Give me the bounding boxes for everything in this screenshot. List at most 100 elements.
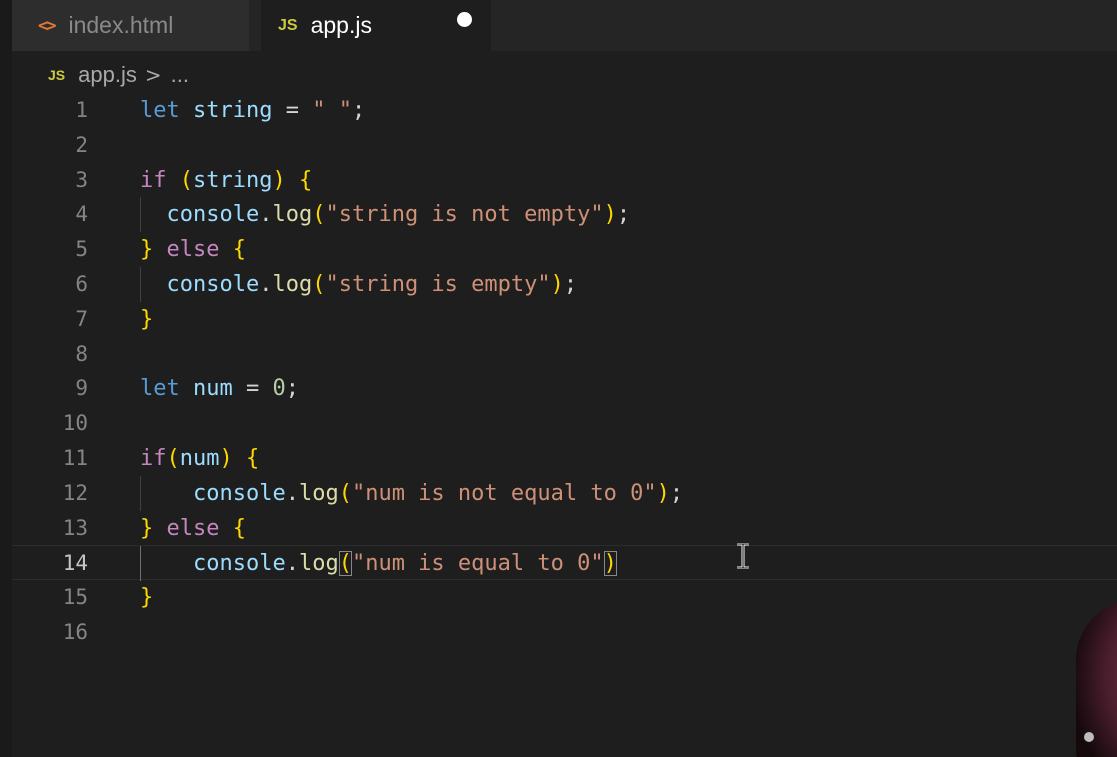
code-token: ): [272, 168, 286, 193]
code-token: log: [298, 481, 339, 506]
code-line[interactable]: 9 let num = 0;: [12, 371, 1117, 406]
line-number: 9: [75, 376, 88, 400]
tab-label: app.js: [310, 12, 372, 38]
code-token: ): [219, 446, 233, 471]
unsaved-changes-dot-icon[interactable]: [457, 12, 472, 27]
tab-index-html[interactable]: <> index.html: [12, 0, 249, 51]
code-token: =: [246, 376, 260, 401]
code-line[interactable]: 3 if (string) {: [12, 163, 1117, 198]
code-text: } else {: [140, 511, 246, 546]
code-editor[interactable]: 1 let string = " "; 2 3 if (string) {4 conso…: [12, 93, 1117, 757]
line-number: 16: [62, 620, 88, 644]
code-token: else: [166, 516, 220, 541]
code-token: {: [232, 516, 246, 541]
code-token: (: [312, 272, 326, 297]
code-token: " ": [312, 98, 352, 123]
code-token: (: [338, 481, 352, 506]
code-line[interactable]: 15}: [12, 580, 1117, 615]
code-token: console: [166, 272, 260, 297]
code-token: .: [259, 202, 273, 227]
line-number: 2: [75, 133, 88, 157]
code-token: ;: [351, 98, 366, 123]
code-token: let: [140, 98, 180, 123]
code-token: .: [285, 481, 299, 506]
code-line[interactable]: 16: [12, 615, 1117, 650]
code-line[interactable]: 6 console.log("string is empty");: [12, 267, 1117, 302]
code-text: if (string) {: [140, 163, 312, 198]
code-token: =: [285, 98, 299, 123]
line-number: 1: [75, 98, 88, 122]
code-text: } else {: [140, 232, 246, 267]
code-text: console.log("string is empty");: [140, 267, 578, 302]
breadcrumb-file[interactable]: app.js: [78, 62, 137, 88]
text-cursor-icon: [737, 543, 749, 569]
code-token: ): [656, 481, 670, 506]
code-token: if: [140, 168, 167, 193]
code-line[interactable]: 7}: [12, 302, 1117, 337]
code-token: ;: [616, 202, 631, 227]
code-token: ): [550, 272, 564, 297]
code-token: (: [166, 446, 180, 471]
line-number: 7: [75, 307, 88, 331]
line-number: 13: [62, 516, 88, 540]
line-number: 11: [62, 446, 88, 470]
code-text: console.log("string is not empty");: [140, 197, 631, 232]
code-token: }: [140, 237, 154, 262]
line-number: 5: [75, 237, 88, 261]
code-token: num: [179, 446, 220, 471]
code-line[interactable]: 11 if(num) {: [12, 441, 1117, 476]
code-token: console: [166, 202, 260, 227]
line-number: 6: [75, 272, 88, 296]
code-editor-window: <> index.html JS app.js JS app.js > ... …: [0, 0, 1117, 757]
code-token: ;: [563, 272, 578, 297]
code-token: (: [338, 551, 352, 576]
code-line[interactable]: 5 } else {: [12, 232, 1117, 267]
line-number: 14: [62, 551, 88, 575]
code-token: let: [140, 376, 180, 401]
line-number: 15: [62, 585, 88, 609]
code-line[interactable]: 12 console.log("num is not equal to 0");: [12, 476, 1117, 511]
code-token: {: [232, 237, 246, 262]
line-number: 4: [75, 202, 88, 226]
code-line[interactable]: 4 console.log("string is not empty");: [12, 197, 1117, 232]
code-token: (: [179, 168, 193, 193]
code-token: }: [140, 516, 154, 541]
code-text: let string = " ";: [140, 93, 365, 128]
code-line[interactable]: 2: [12, 128, 1117, 163]
code-token: ;: [669, 481, 684, 506]
code-line[interactable]: 14 console.log("num is equal to 0"): [12, 545, 1117, 581]
line-number: 10: [62, 411, 88, 435]
code-text: }: [140, 302, 153, 337]
code-token: "num is equal to 0": [351, 551, 604, 576]
tab-app-js[interactable]: JS app.js: [261, 0, 491, 51]
code-token: console: [192, 551, 286, 576]
code-token: log: [272, 202, 313, 227]
code-line[interactable]: 13} else {: [12, 511, 1117, 546]
code-text: }: [140, 580, 153, 615]
line-number: 8: [75, 342, 88, 366]
code-line[interactable]: 10: [12, 406, 1117, 441]
code-token: ;: [285, 376, 299, 401]
code-text: let num = 0;: [140, 371, 299, 406]
line-number: 12: [62, 481, 88, 505]
code-line[interactable]: 8: [12, 337, 1117, 372]
code-token: string: [193, 98, 273, 123]
breadcrumb-more[interactable]: ...: [171, 62, 189, 88]
code-line[interactable]: 1 let string = " ";: [12, 93, 1117, 128]
code-token: ): [603, 202, 617, 227]
code-token: num: [193, 376, 233, 401]
code-token: log: [272, 272, 313, 297]
